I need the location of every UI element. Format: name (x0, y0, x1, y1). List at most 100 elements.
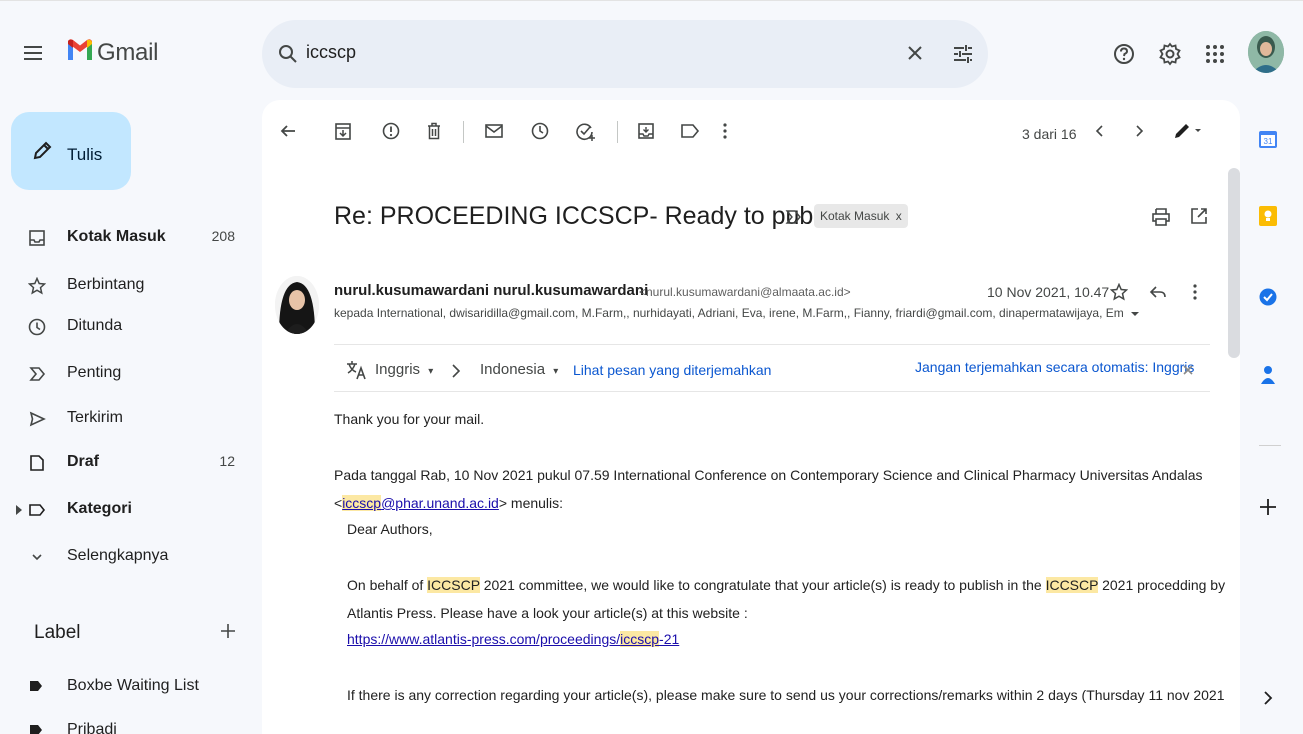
print-icon[interactable] (1151, 207, 1171, 227)
top-border (0, 0, 1303, 1)
close-translate-icon[interactable] (1183, 365, 1193, 375)
sidebar-item-snoozed[interactable]: Ditunda (0, 311, 250, 343)
account-avatar[interactable] (1248, 31, 1284, 73)
recipients-text: kepada International, dwisaridilla@gmail… (334, 306, 1124, 320)
tasks-icon[interactable] (1258, 287, 1278, 307)
sidebar-item-sent[interactable]: Terkirim (0, 403, 250, 435)
label-as-icon[interactable] (680, 121, 700, 141)
dropdown-caret-icon: ▾ (428, 366, 434, 377)
email-link[interactable]: @phar.unand.ac.id (381, 495, 499, 511)
source-language-label: Inggris (375, 361, 421, 378)
text: > menulis: (498, 495, 564, 511)
scrollbar-thumb[interactable] (1228, 168, 1240, 358)
sidebar-label-boxbe[interactable]: Boxbe Waiting List (0, 671, 250, 703)
paragraph-2: If there is any correction regarding you… (347, 687, 1225, 703)
mark-unread-icon[interactable] (484, 121, 504, 141)
expand-arrow-icon[interactable] (16, 505, 22, 515)
proceedings-url[interactable]: https://www.atlantis-press.com/proceedin… (347, 631, 679, 647)
star-icon[interactable] (1110, 283, 1128, 301)
label-icon (28, 501, 46, 519)
side-panel-divider (1259, 445, 1281, 446)
delete-trash-icon[interactable] (425, 121, 443, 141)
sidebar-item-inbox[interactable]: Kotak Masuk 208 (0, 222, 250, 254)
sidebar-item-starred[interactable]: Berbintang (0, 270, 250, 302)
text: 2021 committee, we would like to congrat… (479, 577, 1046, 593)
chip-remove-icon[interactable]: x (896, 209, 902, 223)
email-subject: Re: PROCEEDING ICCSCP- Ready to publish (334, 202, 851, 230)
sidebar-item-label: Pribadi (67, 721, 117, 734)
draft-count: 12 (219, 453, 235, 469)
sender-email: <nurul.kusumawardani@almaata.ac.id> (639, 285, 851, 299)
add-label-icon[interactable] (220, 623, 236, 639)
search-input[interactable]: iccscp (306, 42, 356, 63)
show-details-caret-icon[interactable] (1130, 310, 1140, 318)
target-language-select[interactable]: Indonesia ▾ (480, 361, 558, 378)
search-options-icon[interactable] (952, 43, 974, 65)
never-translate-link[interactable]: Jangan terjemahkan secara otomatis: Ingg… (915, 359, 1194, 375)
older-chevron-icon[interactable] (1133, 121, 1145, 141)
quote-header-email: <iccscp@phar.unand.ac.id> menulis: (334, 495, 563, 511)
url-text[interactable]: https://www.atlantis-press.com/proceedin… (347, 631, 620, 647)
sidebar-item-categories[interactable]: Kategori (0, 494, 250, 526)
open-new-window-icon[interactable] (1189, 206, 1209, 226)
more-vert-icon[interactable] (722, 121, 728, 141)
sidebar-item-drafts[interactable]: Draf 12 (0, 447, 250, 479)
archive-icon[interactable] (334, 121, 352, 141)
importance-marker-icon[interactable] (785, 209, 803, 225)
calendar-icon[interactable]: 31 (1258, 129, 1278, 149)
recipients-line[interactable]: kepada International, dwisaridilla@gmail… (334, 306, 1140, 320)
sidebar-item-more[interactable]: Selengkapnya (0, 541, 250, 573)
send-icon (28, 410, 46, 428)
input-tools-pen-icon[interactable] (1172, 121, 1204, 141)
expand-side-panel-icon[interactable] (1262, 690, 1274, 706)
reply-icon[interactable] (1149, 284, 1167, 300)
contacts-icon[interactable] (1258, 364, 1278, 386)
sidebar-label-pribadi[interactable]: Pribadi (0, 715, 250, 734)
gmail-logo-icon[interactable] (66, 36, 94, 64)
text: 2021 procedding by (1098, 577, 1226, 593)
search-bar[interactable] (262, 20, 988, 88)
main-menu-icon[interactable] (22, 42, 44, 64)
get-addons-plus-icon[interactable] (1258, 497, 1278, 517)
gmail-wordmark[interactable]: Gmail (97, 39, 158, 67)
add-task-icon[interactable] (575, 121, 597, 141)
body-line: Thank you for your mail. (334, 411, 485, 427)
apps-grid-icon[interactable] (1205, 44, 1225, 64)
message-more-icon[interactable] (1192, 282, 1198, 302)
url-text[interactable]: -21 (659, 631, 679, 647)
newer-chevron-icon[interactable] (1094, 121, 1106, 141)
keep-notes-icon[interactable] (1258, 205, 1278, 227)
sidebar-item-label: Selengkapnya (67, 547, 169, 564)
chip-label: Kotak Masuk (820, 209, 890, 223)
back-arrow-icon[interactable] (278, 121, 298, 141)
settings-gear-icon[interactable] (1158, 42, 1182, 66)
view-translated-link[interactable]: Lihat pesan yang diterjemahkan (573, 362, 771, 378)
sidebar-item-label: Ditunda (67, 317, 123, 334)
unread-count: 208 (211, 228, 235, 244)
chevron-down-icon (28, 548, 46, 566)
sidebar-item-important[interactable]: Penting (0, 358, 250, 390)
snooze-clock-icon[interactable] (530, 121, 550, 141)
paragraph-1-line-2: Atlantis Press. Please have a look your … (347, 605, 748, 621)
sidebar-item-label: Terkirim (67, 409, 123, 426)
divider (334, 344, 1210, 345)
help-icon[interactable] (1113, 43, 1135, 65)
text: < (334, 495, 343, 511)
chevron-right-icon (451, 363, 461, 379)
paragraph-1: On behalf of ICCSCP 2021 committee, we w… (347, 577, 1225, 593)
source-language-select[interactable]: Inggris ▾ (375, 361, 433, 378)
clear-search-icon[interactable] (906, 44, 924, 62)
move-to-icon[interactable] (637, 121, 655, 141)
report-spam-icon[interactable] (381, 121, 401, 141)
dropdown-caret-icon: ▾ (553, 366, 559, 377)
email-link-highlight[interactable]: iccscp (342, 495, 382, 511)
inbox-label-chip[interactable]: Kotak Masuk x (814, 204, 908, 228)
quote-header: Pada tanggal Rab, 10 Nov 2021 pukul 07.5… (334, 467, 1203, 483)
translate-icon (346, 360, 368, 380)
sidebar-item-label: Berbintang (67, 276, 145, 293)
label-tag-icon (28, 678, 44, 694)
sender-name[interactable]: nurul.kusumawardani nurul.kusumawardani (334, 282, 648, 299)
url-highlight[interactable]: iccscp (620, 631, 660, 647)
sender-avatar[interactable] (275, 276, 319, 334)
search-icon[interactable] (278, 44, 298, 64)
